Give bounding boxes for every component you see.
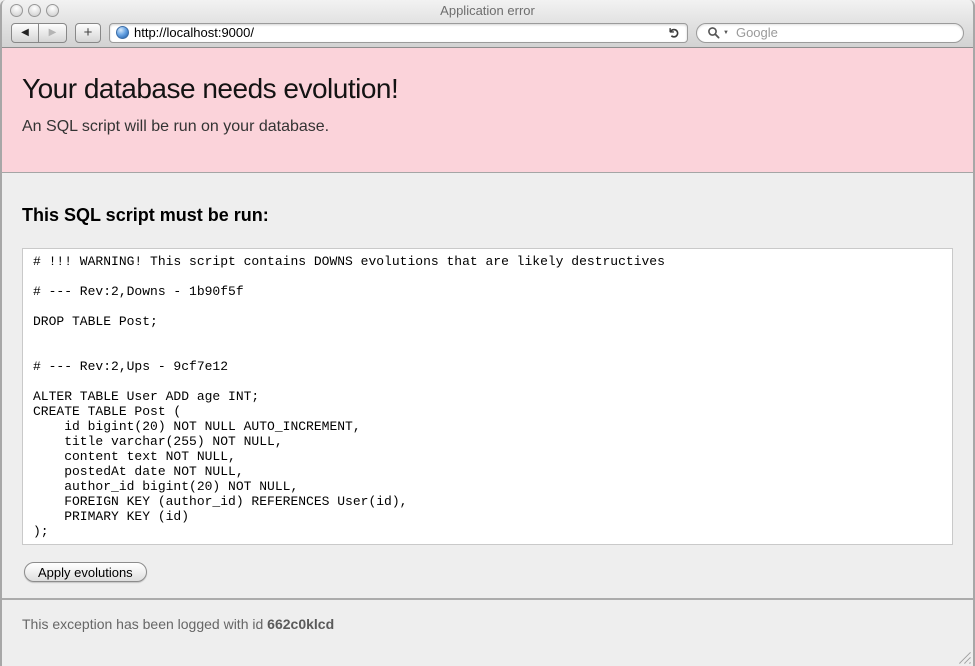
exception-message-prefix: This exception has been logged with id [22, 616, 267, 632]
address-bar[interactable]: http://localhost:9000/ ↻ [109, 23, 688, 43]
search-placeholder: Google [736, 25, 778, 40]
search-options-caret-icon[interactable]: ▼ [723, 30, 729, 36]
forward-button[interactable]: ▶ [39, 23, 67, 43]
search-field[interactable]: ▼ Google [696, 23, 964, 43]
sql-script-heading: This SQL script must be run: [22, 205, 953, 226]
page-content: Your database needs evolution! An SQL sc… [2, 48, 973, 666]
window-title: Application error [2, 3, 973, 18]
resize-grip-icon[interactable] [956, 649, 971, 664]
nav-buttons: ◀ ▶ [11, 23, 67, 43]
evolution-banner: Your database needs evolution! An SQL sc… [2, 48, 973, 173]
close-window-button[interactable] [10, 4, 23, 17]
sql-script-block: # !!! WARNING! This script contains DOWN… [22, 248, 953, 545]
back-button[interactable]: ◀ [11, 23, 39, 43]
traffic-lights [10, 4, 59, 17]
search-icon [707, 26, 720, 39]
titlebar[interactable]: Application error [2, 0, 973, 21]
page-title: Your database needs evolution! [22, 74, 953, 104]
new-tab-button[interactable]: + [75, 23, 101, 43]
forward-icon: ▶ [49, 27, 57, 38]
toolbar: ◀ ▶ + http://localhost:9000/ ↻ ▼ Google [2, 21, 973, 47]
site-globe-icon [116, 26, 129, 39]
apply-evolutions-button[interactable]: Apply evolutions [24, 562, 147, 582]
exception-id: 662c0klcd [267, 616, 334, 632]
zoom-window-button[interactable] [46, 4, 59, 17]
browser-chrome: Application error ◀ ▶ + http://localhost… [2, 0, 973, 48]
back-icon: ◀ [21, 27, 29, 38]
browser-window: Application error ◀ ▶ + http://localhost… [0, 0, 975, 666]
exception-log-message: This exception has been logged with id 6… [2, 600, 973, 648]
page-subtitle: An SQL script will be run on your databa… [22, 117, 953, 136]
minimize-window-button[interactable] [28, 4, 41, 17]
plus-icon: + [84, 24, 93, 41]
url-text[interactable]: http://localhost:9000/ [134, 25, 664, 40]
reload-icon[interactable]: ↻ [668, 27, 682, 39]
